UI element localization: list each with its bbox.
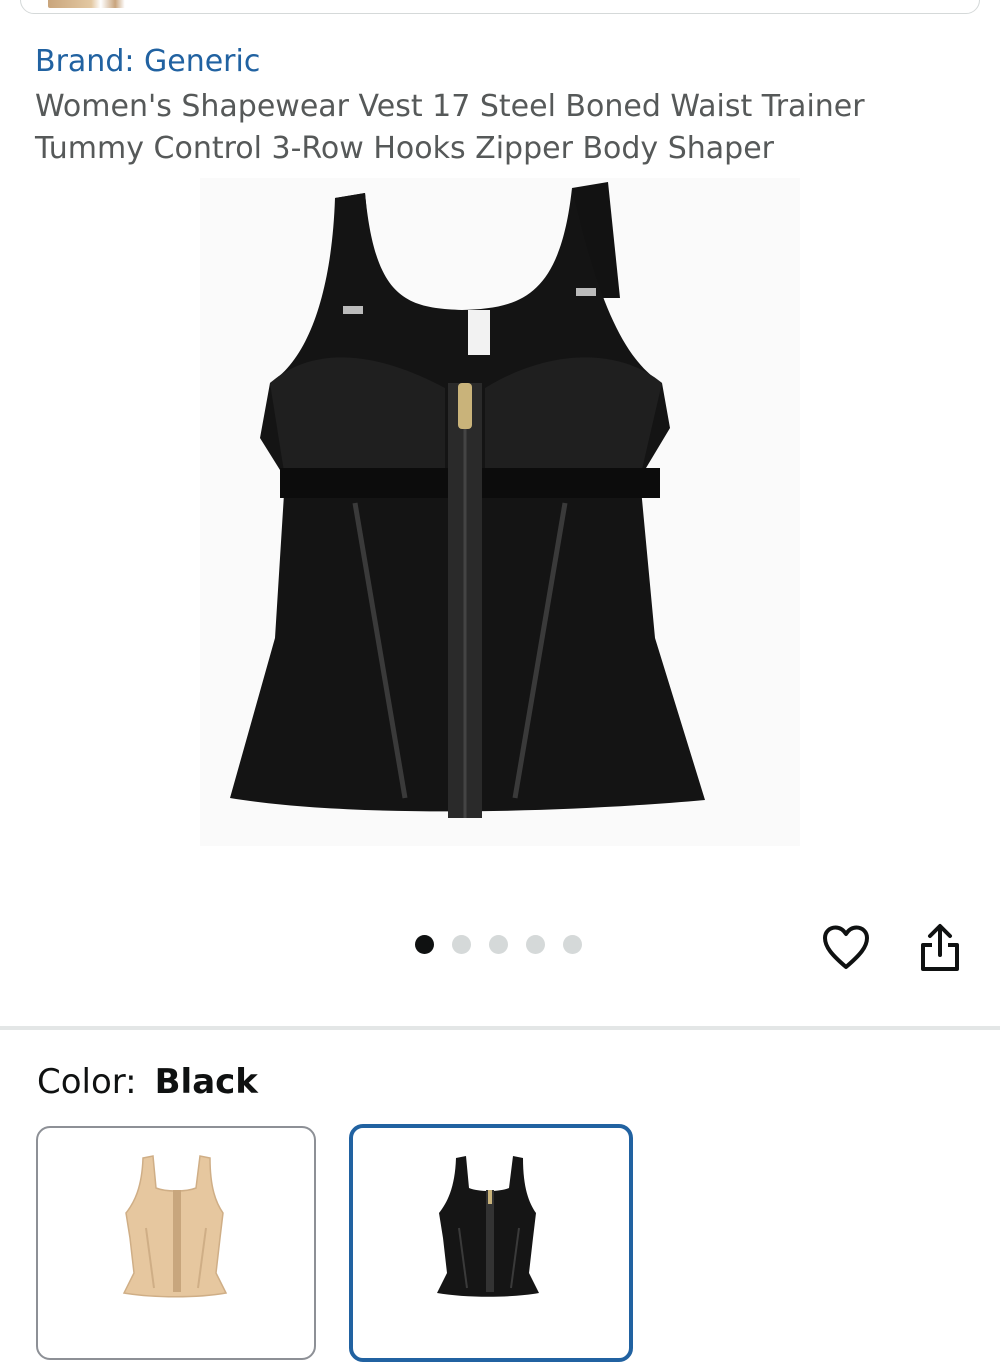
product-title: Women's Shapewear Vest 17 Steel Boned Wa… <box>35 89 865 166</box>
color-selection-label: Color: Black <box>37 1062 258 1103</box>
beige-vest-swatch[interactable] <box>36 1126 316 1360</box>
product-main-image[interactable] <box>200 178 800 846</box>
carousel-dot-1[interactable] <box>415 935 434 954</box>
beige-vest-thumbnail <box>122 1155 228 1298</box>
image-carousel-dots[interactable] <box>415 935 582 954</box>
color-label: Color: <box>37 1062 137 1102</box>
share-button[interactable] <box>914 922 966 974</box>
previous-image-strip <box>20 0 980 14</box>
heart-outline-icon <box>823 925 869 969</box>
black-vest-swatch[interactable] <box>349 1124 633 1362</box>
vest-illustration <box>200 178 800 846</box>
carousel-dot-3[interactable] <box>489 935 508 954</box>
previous-image-thumbnail[interactable] <box>48 0 144 8</box>
brand-link[interactable]: Brand: Generic <box>35 44 260 80</box>
section-divider <box>0 1026 1000 1030</box>
black-vest-thumbnail <box>437 1156 539 1297</box>
wishlist-button[interactable] <box>820 922 872 974</box>
carousel-dot-2[interactable] <box>452 935 471 954</box>
share-icon <box>921 924 959 971</box>
carousel-dot-4[interactable] <box>526 935 545 954</box>
selected-color-value: Black <box>154 1062 258 1102</box>
carousel-dot-5[interactable] <box>563 935 582 954</box>
